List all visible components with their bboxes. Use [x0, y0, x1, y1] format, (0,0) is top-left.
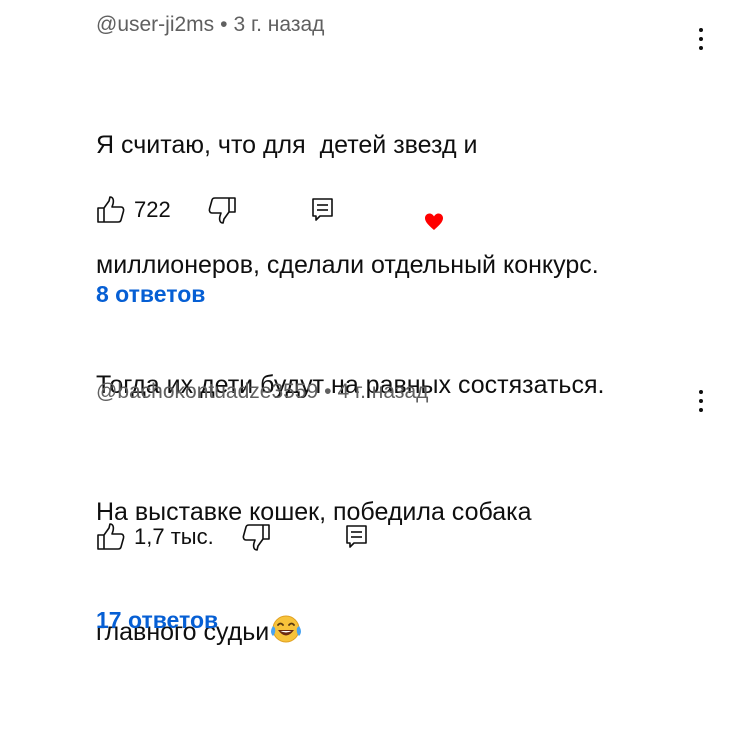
comment-meta: @bachokontuadze3559 • 4 г. назад: [96, 379, 428, 405]
comment-time[interactable]: 3 г. назад: [234, 13, 325, 36]
dislike-button[interactable]: [241, 522, 271, 552]
comment-text-line: Я считаю, что для детей звезд и: [96, 131, 478, 159]
like-button[interactable]: 1,7 тыс.: [96, 522, 214, 552]
reply-button[interactable]: [311, 195, 335, 225]
like-button[interactable]: 722: [96, 195, 171, 225]
thumbs-down-icon: [242, 524, 270, 551]
comment-time[interactable]: 4 г. назад: [338, 380, 429, 403]
creator-heart-icon: [425, 213, 443, 230]
comment: @bachokontuadze3559 • 4 г. назад На выстав…: [96, 379, 748, 646]
like-count: 722: [134, 197, 171, 222]
comment-author[interactable]: @user-ji2ms: [96, 13, 214, 36]
comment-text: На выставке кошек, победила собака главн…: [96, 412, 532, 732]
comment-actions: 1,7 тыс.: [96, 522, 496, 552]
like-count: 1,7 тыс.: [134, 524, 214, 549]
comment-author[interactable]: @bachokontuadze3559: [96, 380, 318, 403]
more-actions-icon[interactable]: [689, 22, 713, 56]
separator-dot: •: [220, 13, 228, 36]
more-actions-icon[interactable]: [689, 384, 713, 418]
replies-link[interactable]: 17 ответов: [96, 605, 218, 635]
replies-link[interactable]: 8 ответов: [96, 279, 205, 309]
dislike-button[interactable]: [207, 195, 237, 225]
thumbs-up-icon: [97, 523, 125, 550]
comment-icon: [312, 198, 333, 221]
comment-icon: [346, 525, 367, 548]
reply-button[interactable]: [345, 522, 369, 552]
thumbs-down-icon: [208, 197, 236, 224]
comment: @user-ji2ms • 3 г. назад Я считаю, что для…: [96, 12, 748, 399]
separator-dot: •: [324, 380, 332, 403]
thumbs-up-icon: [97, 196, 125, 223]
comment-meta: @user-ji2ms • 3 г. назад: [96, 12, 324, 38]
face-with-tears-of-joy-icon: [271, 615, 302, 643]
